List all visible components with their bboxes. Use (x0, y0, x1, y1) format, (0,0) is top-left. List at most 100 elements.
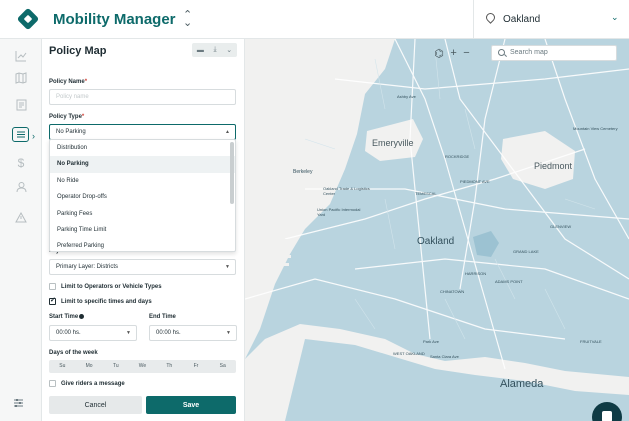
dropdown-option-no-parking[interactable]: No Parking (50, 156, 235, 173)
limit-operators-label: Limit to Operators or Vehicle Types (61, 283, 162, 290)
end-time-select[interactable]: 00:00 hs. ▼ (149, 325, 237, 341)
city-name: Oakland (503, 14, 541, 25)
map-label-piedmont: Piedmont (534, 161, 573, 171)
map-label-grand-lake: GRAND LAKE (513, 249, 539, 254)
caret-down-icon: ▼ (126, 330, 131, 336)
chevron-down-icon[interactable]: ⌄ (226, 46, 232, 54)
dollar-icon[interactable]: $ (9, 153, 33, 173)
end-time-label: End Time (149, 314, 176, 320)
map-label-rockridge: ROCKRIDGE (445, 154, 470, 159)
limit-operators-checkbox[interactable]: Limit to Operators or Vehicle Types (49, 283, 162, 290)
day-sunday[interactable]: Su (49, 360, 76, 373)
map-label-alameda: Alameda (500, 378, 544, 390)
cancel-button[interactable]: Cancel (49, 396, 142, 414)
dropdown-option-no-ride[interactable]: No Ride (50, 173, 235, 189)
caret-down-icon: ▼ (225, 264, 230, 270)
limit-times-label: Limit to specific times and days (61, 298, 152, 305)
start-time-value: 00:00 hs. (56, 330, 81, 336)
caret-down-icon: ▼ (226, 330, 231, 336)
save-button[interactable]: Save (146, 396, 236, 414)
dropdown-scrollbar[interactable] (230, 142, 234, 204)
end-time-value: 00:00 hs. (156, 330, 181, 336)
search-icon (498, 49, 505, 56)
policy-panel: Policy Map ▬ ⤓ ⌄ Policy Name* Policy nam… (42, 39, 245, 421)
caret-down-icon: ▲ (225, 129, 230, 135)
dropdown-option-preferred-parking[interactable]: Preferred Parking (50, 238, 235, 251)
map-label-west-oakland: WEST OAKLAND (393, 351, 425, 356)
riders-message-label: Give riders a message (61, 380, 125, 387)
policy-type-select[interactable]: No Parking ▲ (49, 124, 236, 140)
day-saturday[interactable]: Sa (209, 360, 236, 373)
lake-merritt (473, 231, 499, 257)
day-friday[interactable]: Fr (183, 360, 210, 373)
layer-value: Primary Layer: Districts (56, 264, 119, 270)
policy-type-label: Policy Type* (49, 114, 85, 120)
day-wednesday[interactable]: We (129, 360, 156, 373)
active-chevron-icon: › (32, 131, 35, 141)
map-label-glenview: GLENVIEW (550, 224, 572, 229)
chevron-down-icon: ⌄ (611, 12, 619, 22)
map-label-santa-clara: Santa Clara Ave (430, 354, 459, 359)
map-search-input[interactable]: Search map (491, 45, 617, 61)
days-label: Days of the week (49, 350, 98, 356)
layer-select[interactable]: Primary Layer: Districts ▼ (49, 259, 236, 275)
riders-message-checkbox[interactable]: Give riders a message (49, 380, 125, 387)
map-label-park-ave: Park Ave (423, 339, 439, 344)
map-label-emeryville: Emeryville (372, 138, 414, 148)
map-label-oakland: Oakland (417, 236, 455, 247)
filter-settings-icon[interactable] (13, 398, 24, 411)
city-selector[interactable]: Oakland ⌄ (473, 0, 629, 39)
location-pin-icon (484, 11, 497, 24)
app-logo-icon[interactable] (16, 7, 40, 31)
person-icon[interactable] (9, 177, 33, 197)
map-label-port: Oakland Trade & Logistics Center (323, 186, 370, 196)
dropdown-option-distribution[interactable]: Distribution (50, 140, 235, 156)
zoom-in-button[interactable]: + (450, 47, 456, 59)
map-label-fruitvale: FRUITVALE (580, 339, 602, 344)
folder-icon[interactable]: ▬ (197, 47, 204, 54)
map-label-adams-point: ADAMS POINT (495, 279, 523, 284)
info-icon[interactable] (79, 314, 85, 319)
panel-toolbar: ▬ ⤓ ⌄ (192, 43, 237, 57)
map-label-temescal: TEMESCAL (415, 191, 437, 196)
dropdown-option-parking-time-limit[interactable]: Parking Time Limit (50, 222, 235, 238)
zoom-out-button[interactable]: − (463, 47, 469, 59)
document-icon[interactable] (9, 95, 33, 115)
app-title: Mobility Manager (53, 11, 176, 28)
map-label-union-pacific: Union Pacific Intermodal Yard (317, 207, 361, 217)
dropdown-option-parking-fees[interactable]: Parking Fees (50, 206, 235, 222)
days-of-week-picker: Su Mo Tu We Th Fr Sa (49, 360, 236, 373)
download-icon[interactable]: ⤓ (214, 46, 217, 54)
policy-name-label: Policy Name* (49, 79, 88, 85)
checkbox-box[interactable] (49, 380, 56, 387)
piedmont-area (501, 131, 575, 189)
alert-icon[interactable] (9, 207, 33, 227)
policy-name-input[interactable]: Policy name (49, 89, 236, 105)
draw-polygon-icon[interactable]: ⌬ (434, 47, 444, 60)
start-time-label: Start Time (49, 314, 85, 320)
map-controls: ⌬ + − (431, 45, 473, 61)
policy-type-value: No Parking (56, 129, 86, 135)
dropdown-option-operator-drop-offs[interactable]: Operator Drop-offs (50, 189, 235, 205)
map-icon[interactable] (9, 68, 33, 88)
left-nav-rail: › $ (0, 39, 42, 421)
start-time-select[interactable]: 00:00 hs. ▼ (49, 325, 137, 341)
day-tuesday[interactable]: Tu (102, 360, 129, 373)
day-monday[interactable]: Mo (76, 360, 103, 373)
limit-times-checkbox[interactable]: Limit to specific times and days (49, 296, 152, 305)
app-switcher-chevron-icon[interactable]: ⌃ ⌄ (183, 10, 192, 29)
chart-icon[interactable] (9, 46, 33, 66)
map-label-piedmont-ave: PIEDMONT AVE (460, 179, 490, 184)
checkbox-box-checked[interactable] (49, 296, 56, 305)
map-label-ashby: Ashby Ave (397, 94, 416, 99)
policy-type-dropdown: Distribution No Parking No Ride Operator… (49, 139, 236, 252)
checkbox-box[interactable] (49, 283, 56, 290)
map-label-chinatown: CHINATOWN (440, 289, 465, 294)
policy-icon[interactable] (12, 127, 29, 142)
map-label-mountain-view: Mountain View Cemetery (573, 126, 618, 131)
map-canvas (245, 39, 629, 421)
day-thursday[interactable]: Th (156, 360, 183, 373)
panel-title: Policy Map (49, 45, 107, 57)
map-label-harrison: HARRISON (465, 271, 487, 276)
map-view[interactable]: Emeryville Piedmont Oakland Alameda Berk… (245, 39, 629, 421)
